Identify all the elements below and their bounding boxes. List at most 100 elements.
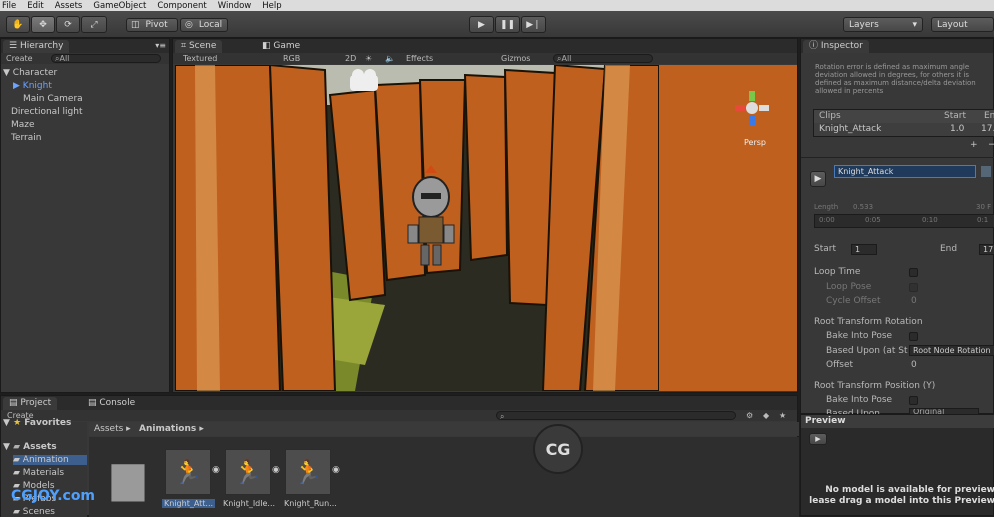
- favorites-item[interactable]: ▼ ★ Favorites: [3, 418, 71, 428]
- loop-pose-label: Loop Pose: [826, 282, 872, 292]
- create-dropdown[interactable]: Create: [6, 53, 33, 64]
- clip-timeline[interactable]: 0:00 0:05 0:10 0:1: [814, 214, 994, 228]
- based-upon-dropdown[interactable]: Root Node Rotation: [909, 345, 994, 356]
- scale-icon: ⤢: [90, 19, 98, 30]
- animation-clip-icon: 🏃: [173, 458, 203, 486]
- shading-mode-dropdown[interactable]: Textured: [183, 53, 217, 64]
- menu-edit[interactable]: Edit: [27, 1, 43, 11]
- layout-dropdown[interactable]: Layout: [931, 17, 994, 32]
- menu-help[interactable]: Help: [262, 1, 281, 11]
- perspective-label[interactable]: Persp: [744, 138, 766, 147]
- clip-end: 17.: [981, 124, 994, 134]
- tab-project[interactable]: ▤ Project: [3, 397, 58, 410]
- scene-search-input[interactable]: ⌕All: [553, 54, 653, 63]
- hierarchy-item-maze[interactable]: Maze: [11, 120, 35, 130]
- scale-tool-button[interactable]: ⤢: [81, 16, 107, 33]
- move-tool-button[interactable]: ✥: [31, 16, 55, 33]
- menu-file[interactable]: File: [2, 1, 16, 11]
- tab-game[interactable]: ◧ Game: [256, 40, 307, 53]
- play-clip-button[interactable]: ▶: [810, 171, 826, 187]
- hierarchy-item-terrain[interactable]: Terrain: [11, 133, 41, 143]
- breadcrumb: Assets ▸ Animations ▸: [89, 422, 799, 436]
- tab-scene[interactable]: ⌗ Scene: [175, 40, 223, 53]
- assets-item[interactable]: ▼ ▰ Assets: [3, 442, 57, 452]
- panel-menu-icon[interactable]: ▾≡: [155, 41, 166, 50]
- render-mode-dropdown[interactable]: RGB: [283, 53, 300, 64]
- filter-icon[interactable]: ⚙: [746, 410, 753, 421]
- play-icon: ▶: [478, 19, 485, 30]
- tab-inspector[interactable]: ⓘ Inspector: [803, 40, 869, 53]
- preview-message-2: lease drag a model into this Preview: [809, 496, 994, 506]
- hierarchy-item-main-camera[interactable]: Main Camera: [23, 94, 83, 104]
- project-search-input[interactable]: ⌕: [496, 411, 736, 420]
- animation-asset-knight-idle[interactable]: 🏃: [225, 449, 271, 495]
- pivot-button[interactable]: ◫ Pivot: [126, 18, 178, 32]
- scene-viewport[interactable]: [175, 65, 659, 391]
- lighting-toggle-icon[interactable]: ☀: [365, 53, 372, 64]
- tree-item-animation[interactable]: ▰ Animation: [13, 455, 87, 465]
- start-field[interactable]: 1: [851, 244, 877, 255]
- folder-icon: ▰: [13, 468, 23, 478]
- menu-bar: File Edit Assets GameObject Component Wi…: [0, 0, 994, 11]
- effects-dropdown[interactable]: Effects: [406, 53, 433, 64]
- loop-pose-checkbox[interactable]: [909, 283, 918, 292]
- star-icon[interactable]: ★: [779, 410, 786, 421]
- bake-rotation-checkbox[interactable]: [909, 332, 918, 341]
- offset-value[interactable]: 0: [911, 360, 917, 370]
- end-field[interactable]: 17: [979, 244, 994, 255]
- expand-arrow-icon[interactable]: ◉: [332, 465, 340, 475]
- folder-asset[interactable]: ▆: [105, 452, 151, 501]
- length-label: Length: [814, 203, 839, 211]
- expand-arrow-icon[interactable]: ◉: [212, 465, 220, 475]
- root-position-label: Root Transform Position (Y): [814, 381, 936, 391]
- gizmos-dropdown[interactable]: Gizmos: [501, 53, 530, 64]
- hierarchy-search-input[interactable]: ⌕All: [51, 54, 161, 63]
- pause-button[interactable]: ❚❚: [495, 16, 520, 33]
- audio-toggle-icon[interactable]: 🔈: [385, 53, 395, 64]
- menu-component[interactable]: Component: [157, 1, 206, 11]
- remove-clip-button[interactable]: −: [988, 140, 994, 150]
- step-button[interactable]: ▶❘: [521, 16, 546, 33]
- pivot-icon: ◫: [131, 20, 140, 30]
- animation-asset-knight-attack[interactable]: 🏃: [165, 449, 211, 495]
- add-clip-button[interactable]: +: [970, 140, 978, 150]
- clip-name-field[interactable]: Knight_Attack: [834, 165, 976, 178]
- preview-message-1: No model is available for preview: [825, 485, 994, 495]
- 2d-toggle[interactable]: 2D: [345, 53, 356, 64]
- project-icon: ▤: [9, 398, 21, 408]
- tab-console[interactable]: ▤ Console: [82, 397, 142, 410]
- loop-time-checkbox[interactable]: [909, 268, 918, 277]
- animation-clip-icon: 🏃: [293, 458, 323, 486]
- rotate-icon: ⟳: [64, 19, 72, 30]
- preview-play-button[interactable]: ▶: [809, 433, 827, 445]
- hierarchy-item-character[interactable]: ▼ Character: [3, 68, 57, 78]
- tree-item-materials[interactable]: ▰ Materials: [13, 468, 64, 478]
- play-button[interactable]: ▶: [469, 16, 494, 33]
- clip-settings-icon[interactable]: [981, 166, 991, 177]
- cycle-offset-value[interactable]: 0: [911, 296, 917, 306]
- label-icon[interactable]: ◆: [763, 410, 769, 421]
- hierarchy-item-knight[interactable]: ▶ Knight: [13, 81, 52, 91]
- breadcrumb-root[interactable]: Assets ▸: [94, 424, 131, 434]
- rotate-tool-button[interactable]: ⟳: [56, 16, 80, 33]
- scene-panel: ⌗ Scene ◧ Game Textured RGB 2D ☀ 🔈 Effec…: [172, 38, 798, 393]
- play-icon: ▶: [814, 174, 822, 184]
- length-value: 0.533: [853, 203, 874, 211]
- timeline-tick: 0:1: [977, 216, 989, 224]
- orientation-gizmo-icon[interactable]: [733, 89, 771, 127]
- layers-dropdown[interactable]: Layers ▾: [843, 17, 923, 32]
- tab-hierarchy[interactable]: ☰ Hierarchy: [3, 40, 70, 53]
- hand-tool-button[interactable]: ✋: [6, 16, 30, 33]
- expand-arrow-icon[interactable]: ◉: [272, 465, 280, 475]
- animation-asset-knight-run[interactable]: 🏃: [285, 449, 331, 495]
- breadcrumb-current[interactable]: Animations ▸: [139, 424, 204, 434]
- bake-pose-label: Bake Into Pose: [826, 331, 893, 341]
- scene-viewport-wall: [659, 65, 797, 391]
- menu-gameobject[interactable]: GameObject: [93, 1, 146, 11]
- menu-window[interactable]: Window: [218, 1, 252, 11]
- hierarchy-item-directional-light[interactable]: Directional light: [11, 107, 82, 117]
- bake-position-checkbox[interactable]: [909, 396, 918, 405]
- local-button[interactable]: ◎ Local: [180, 18, 228, 32]
- menu-assets[interactable]: Assets: [55, 1, 83, 11]
- clip-row[interactable]: Knight_Attack 1.0 17.: [814, 123, 994, 136]
